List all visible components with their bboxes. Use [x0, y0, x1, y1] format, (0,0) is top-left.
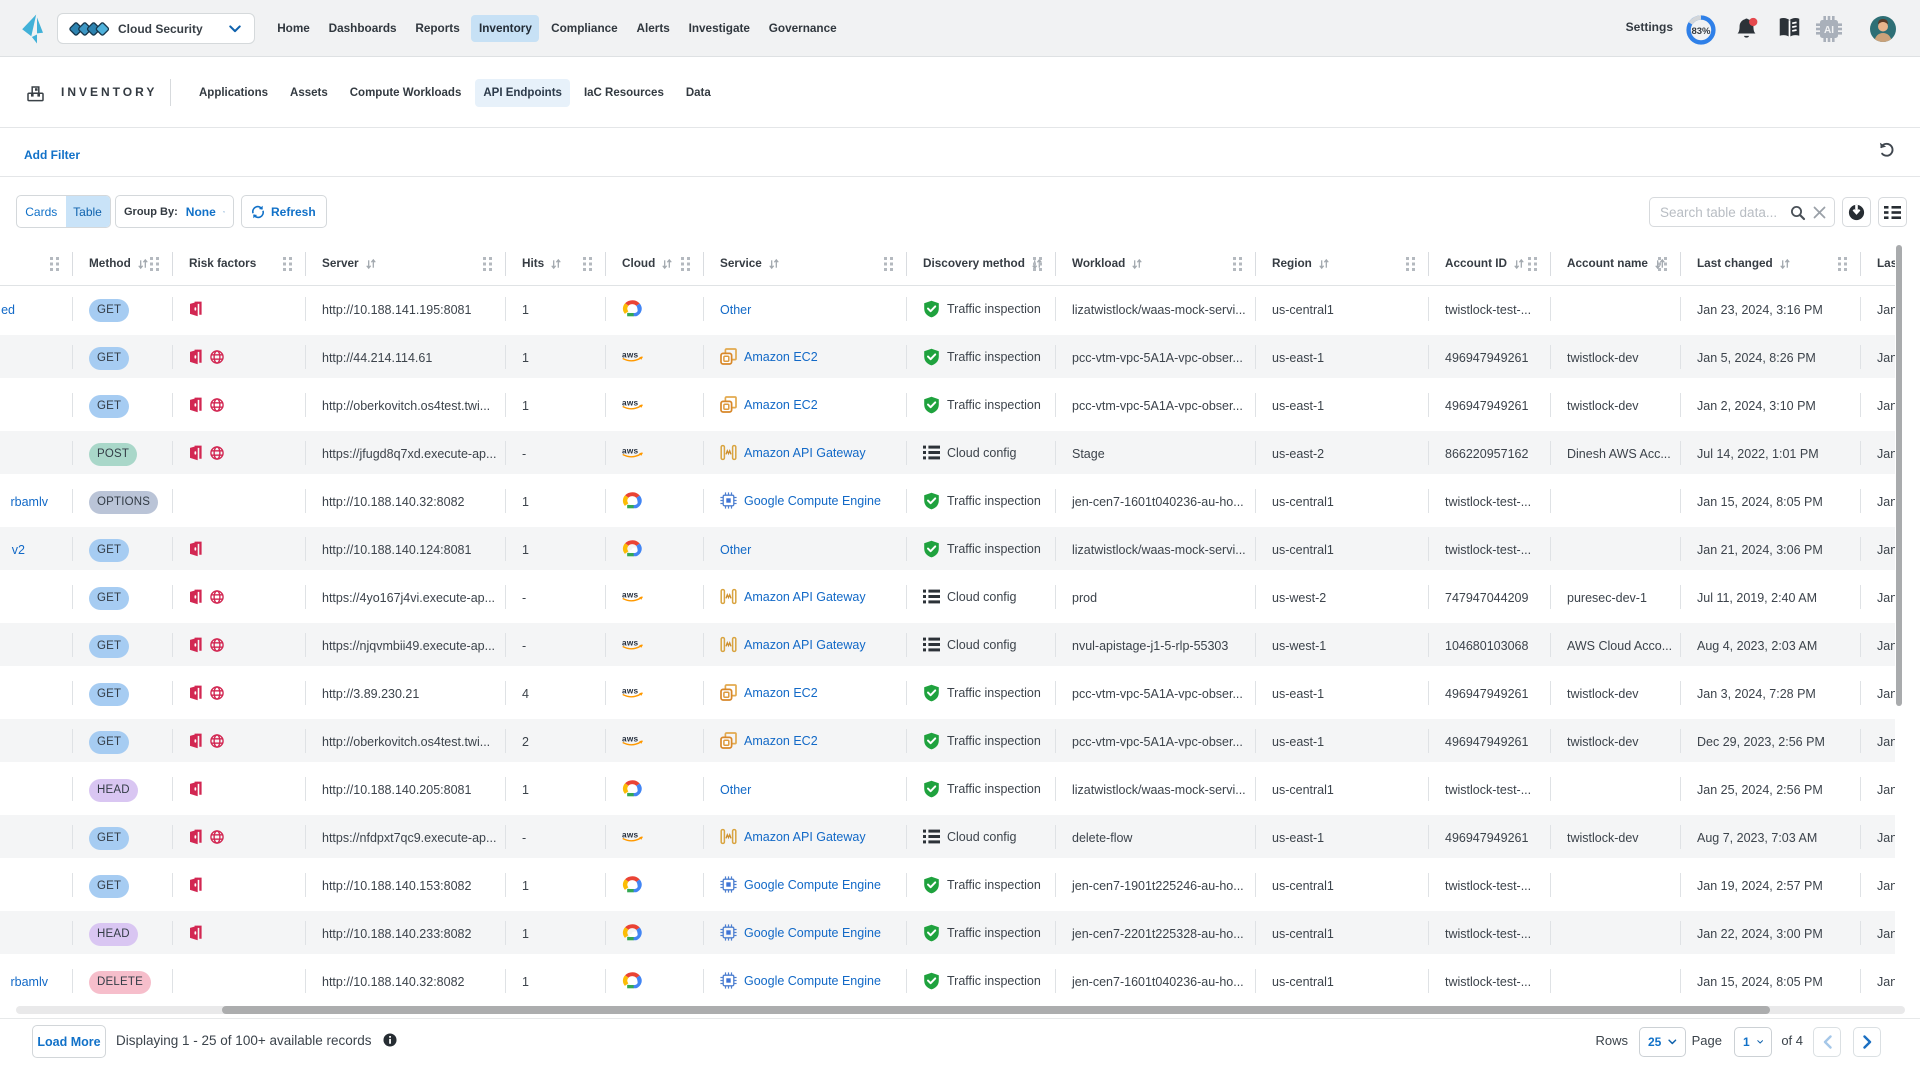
svg-text:AI: AI — [1824, 25, 1834, 36]
svg-text:aws: aws — [622, 686, 639, 695]
svg-text:83%: 83% — [1691, 26, 1711, 37]
svg-text:aws: aws — [622, 350, 639, 359]
svg-text:aws: aws — [622, 398, 639, 407]
svg-text:aws: aws — [622, 638, 639, 647]
svg-text:aws: aws — [622, 446, 639, 455]
svg-text:aws: aws — [622, 734, 639, 743]
svg-text:aws: aws — [622, 590, 639, 599]
svg-text:aws: aws — [622, 830, 639, 839]
